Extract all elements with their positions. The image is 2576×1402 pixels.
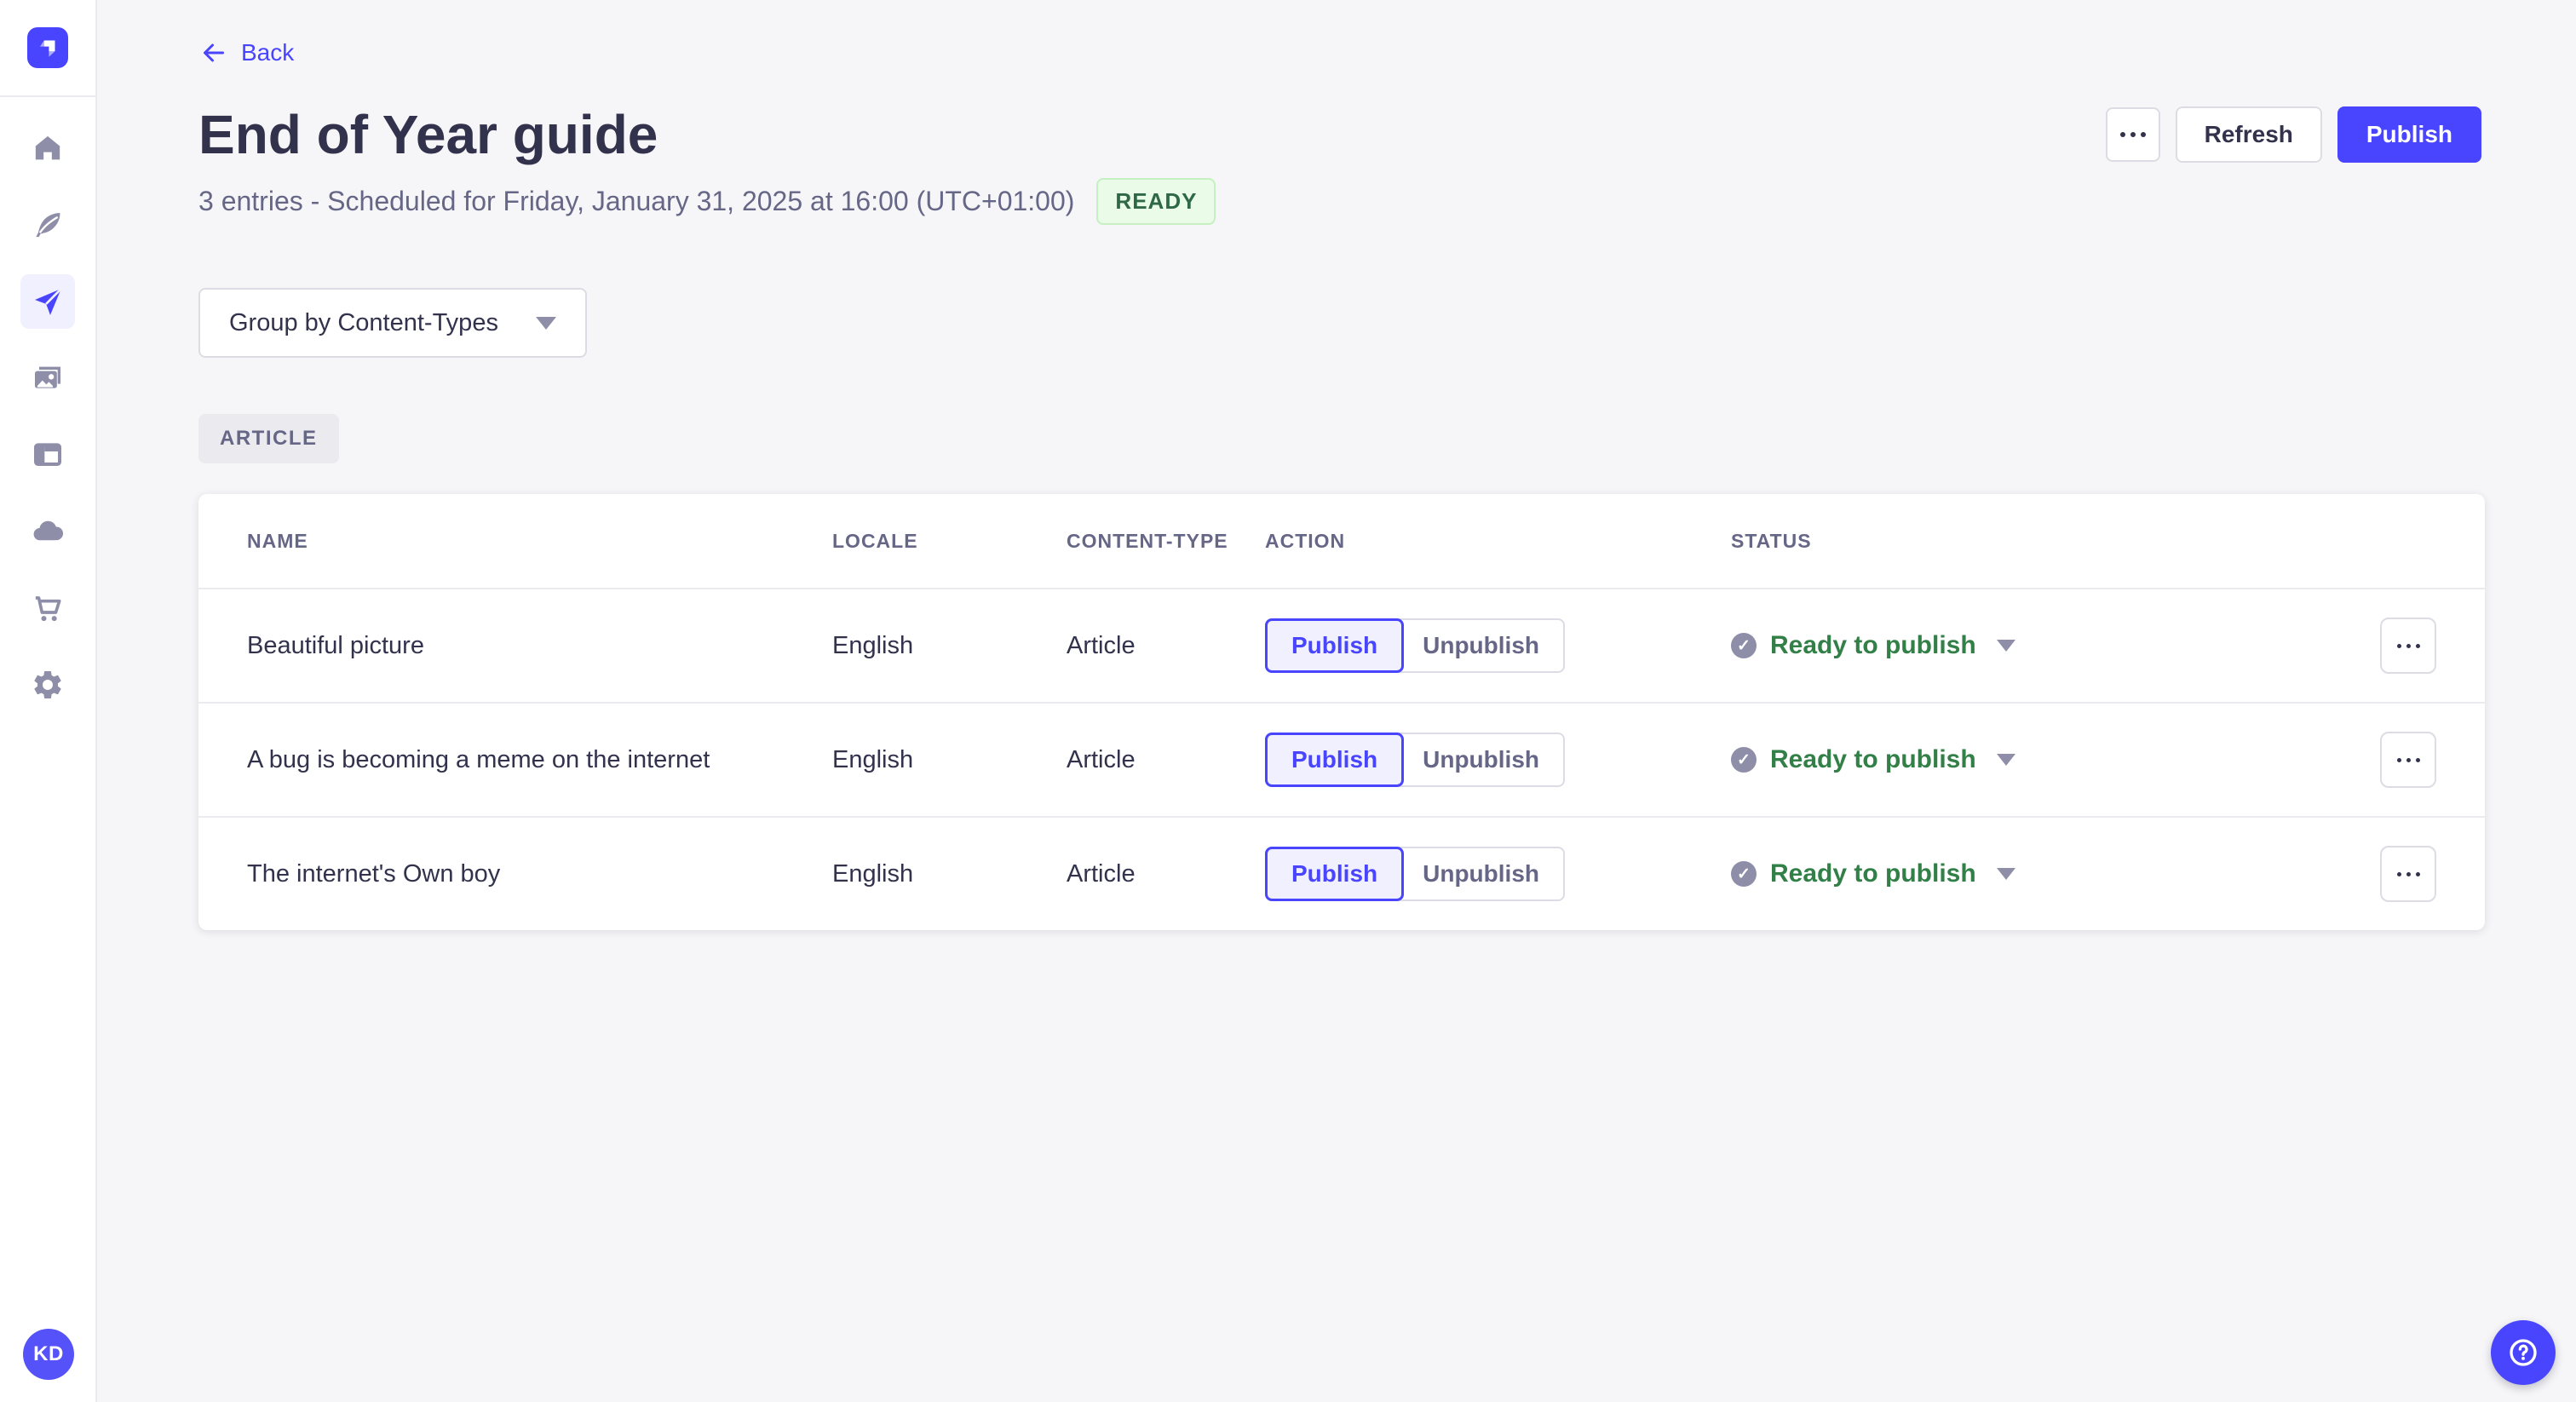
entry-action-cell: Publish Unpublish [1265, 847, 1731, 901]
row-more-button[interactable] [2380, 618, 2436, 674]
sidebar-item-home[interactable] [20, 121, 75, 175]
group-by-select[interactable]: Group by Content-Types [198, 288, 587, 358]
entry-locale: English [832, 631, 914, 659]
back-link[interactable]: Back [198, 37, 294, 68]
ellipsis-icon [2119, 132, 2146, 137]
chevron-down-icon [1996, 754, 2015, 766]
entry-status-button[interactable]: ✓ Ready to publish [1731, 859, 2015, 888]
refresh-button[interactable]: Refresh [2175, 106, 2322, 163]
entry-status-button[interactable]: ✓ Ready to publish [1731, 745, 2015, 774]
arrow-left-icon [204, 43, 224, 62]
row-more-button[interactable] [2380, 732, 2436, 788]
cloud-icon [33, 520, 64, 541]
home-icon [35, 135, 60, 160]
release-subtitle: 3 entries - Scheduled for Friday, Januar… [198, 186, 1075, 216]
status-badge: READY [1096, 178, 1216, 225]
ellipsis-icon [2396, 871, 2420, 876]
table-header-row: NAME LOCALE CONTENT-TYPE ACTION STATUS [198, 494, 2485, 588]
chevron-down-icon [535, 316, 556, 330]
entry-status-button[interactable]: ✓ Ready to publish [1731, 631, 2015, 660]
sidebar-item-content[interactable] [20, 198, 75, 252]
main-content: Back End of Year guide 3 entries - Sched… [97, 0, 2576, 1402]
check-circle-icon: ✓ [1731, 747, 1757, 773]
cart-icon [35, 596, 61, 622]
table-row: The internet's Own boy English Article P… [198, 816, 2485, 930]
strapi-logo-icon [39, 40, 55, 57]
release-more-button[interactable] [2105, 107, 2160, 162]
column-header-locale: LOCALE [832, 529, 918, 552]
sidebar-divider [0, 95, 96, 97]
sidebar-item-content-type-builder[interactable] [20, 428, 75, 482]
strapi-logo[interactable] [27, 27, 68, 68]
entry-content-type: Article [1067, 859, 1136, 888]
entry-status-cell: ✓ Ready to publish [1731, 859, 2380, 888]
entry-status-label: Ready to publish [1770, 745, 1976, 773]
action-segmented-control: Publish Unpublish [1265, 733, 1565, 787]
column-header-name: NAME [247, 529, 308, 552]
sidebar-item-cloud[interactable] [20, 504, 75, 559]
header-actions: Refresh Publish [2105, 106, 2481, 163]
paper-plane-icon [35, 288, 62, 315]
check-circle-icon: ✓ [1731, 633, 1757, 658]
table-row: Beautiful picture English Article Publis… [198, 588, 2485, 702]
unpublish-toggle-button[interactable]: Unpublish [1399, 618, 1565, 673]
ellipsis-icon [2396, 757, 2420, 762]
check-circle-icon: ✓ [1731, 861, 1757, 887]
row-more-button[interactable] [2380, 846, 2436, 902]
entry-name: A bug is becoming a meme on the internet [247, 745, 710, 773]
action-segmented-control: Publish Unpublish [1265, 847, 1565, 901]
help-button[interactable] [2491, 1320, 2556, 1385]
entry-content-type: Article [1067, 745, 1136, 773]
publish-release-button[interactable]: Publish [2337, 106, 2481, 163]
back-label: Back [241, 39, 295, 66]
chevron-down-icon [1996, 640, 2015, 652]
sidebar: KD [0, 0, 97, 1402]
sidebar-item-releases[interactable] [20, 274, 75, 329]
unpublish-toggle-button[interactable]: Unpublish [1399, 847, 1565, 901]
avatar[interactable]: KD [23, 1329, 74, 1380]
column-header-status: STATUS [1731, 529, 1812, 552]
entry-action-cell: Publish Unpublish [1265, 618, 1731, 673]
entry-status-cell: ✓ Ready to publish [1731, 745, 2380, 774]
media-library-icon [35, 366, 60, 388]
publish-toggle-button[interactable]: Publish [1265, 733, 1405, 787]
group-by-label: Group by Content-Types [229, 308, 498, 336]
header-left: End of Year guide 3 entries - Scheduled … [198, 101, 1216, 225]
page-title: End of Year guide [198, 104, 658, 165]
entry-action-cell: Publish Unpublish [1265, 733, 1731, 787]
sidebar-item-marketplace[interactable] [20, 581, 75, 635]
sidebar-nav [20, 121, 75, 712]
sidebar-item-settings[interactable] [20, 658, 75, 712]
action-segmented-control: Publish Unpublish [1265, 618, 1565, 673]
ellipsis-icon [2396, 643, 2420, 648]
entry-status-label: Ready to publish [1770, 631, 1976, 659]
gear-icon [34, 671, 61, 698]
column-header-action: ACTION [1265, 529, 1346, 552]
feather-icon [36, 213, 60, 238]
entry-locale: English [832, 745, 914, 773]
column-header-content-type: CONTENT-TYPE [1067, 529, 1228, 552]
unpublish-toggle-button[interactable]: Unpublish [1399, 733, 1565, 787]
entry-status-cell: ✓ Ready to publish [1731, 631, 2380, 660]
chevron-down-icon [1996, 868, 2015, 880]
entry-locale: English [832, 859, 914, 888]
content-type-group-badge: ARTICLE [198, 414, 339, 463]
sidebar-item-media-library[interactable] [20, 351, 75, 405]
entry-status-label: Ready to publish [1770, 859, 1976, 888]
publish-toggle-button[interactable]: Publish [1265, 847, 1405, 901]
entry-name: Beautiful picture [247, 631, 424, 659]
question-mark-icon [2510, 1339, 2537, 1366]
entry-name: The internet's Own boy [247, 859, 501, 888]
publish-toggle-button[interactable]: Publish [1265, 618, 1405, 673]
layout-icon [33, 443, 61, 467]
entry-content-type: Article [1067, 631, 1136, 659]
table-row: A bug is becoming a meme on the internet… [198, 702, 2485, 816]
entries-table-card: NAME LOCALE CONTENT-TYPE ACTION STATUS B… [198, 494, 2485, 930]
